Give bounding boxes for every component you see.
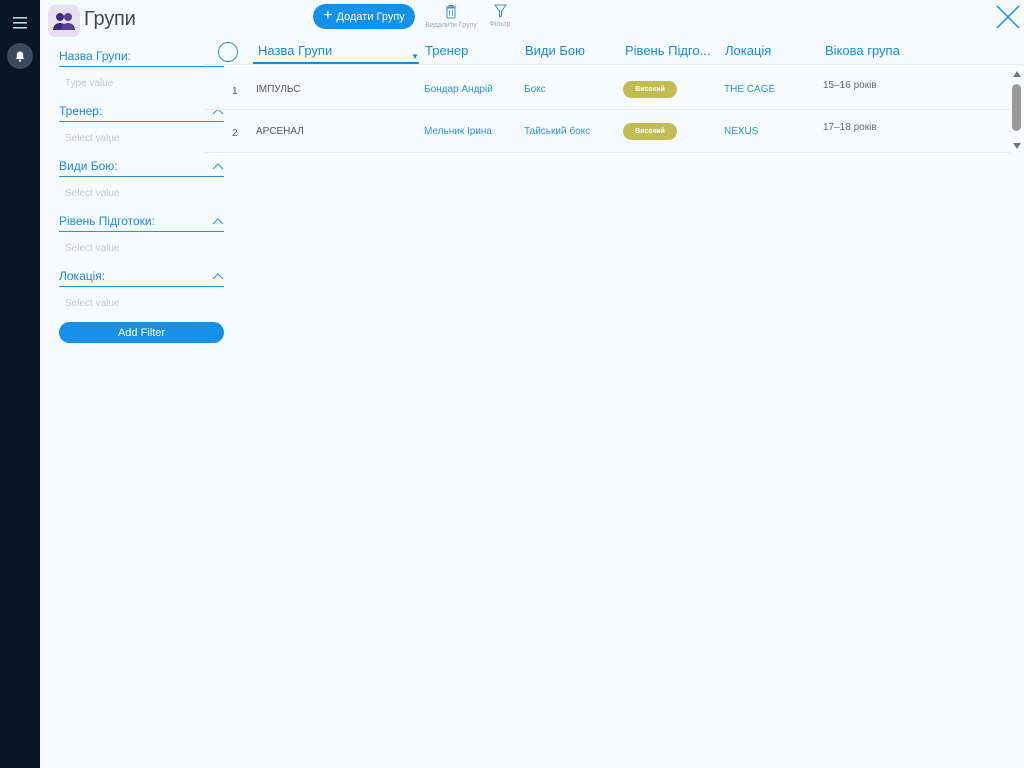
filter-label-trainer: Тренер: (59, 104, 103, 118)
age-group-cell: 15–16 років (823, 80, 877, 91)
add-group-label: Додати Групу (336, 10, 405, 23)
add-filter-button[interactable]: Add Filter (59, 322, 224, 343)
filter-label-name: Назва Групи: (59, 49, 131, 63)
fight-type-link[interactable]: Тайський бокс (524, 126, 590, 137)
column-header-age-group[interactable]: Вікова група (825, 43, 900, 58)
filter-group-fight-type: Види Бою: Select value (59, 156, 224, 211)
sort-desc-icon: ▼ (411, 52, 419, 61)
table-row[interactable]: 2 АРСЕНАЛ Мельник Ірина Тайський бокс Ви… (205, 110, 1010, 153)
row-number: 2 (232, 128, 238, 139)
funnel-icon (493, 4, 507, 18)
add-group-button[interactable]: + Додати Групу (313, 4, 415, 29)
table-body: 1 ІМПУЛЬС Бондар Андрій Бокс Високий THE… (205, 68, 1010, 153)
level-badge: Високий (623, 81, 677, 98)
level-badge: Високий (623, 123, 677, 140)
column-header-trainer[interactable]: Тренер (425, 43, 468, 58)
row-number: 1 (232, 86, 238, 97)
column-header-location[interactable]: Локація (725, 43, 771, 58)
trainer-link[interactable]: Мельник Ірина (424, 126, 492, 137)
scroll-down-icon[interactable] (1013, 143, 1021, 149)
filter-label-level: Рівень Підготоки: (59, 214, 155, 228)
location-link[interactable]: THE CAGE (724, 84, 775, 95)
close-icon[interactable] (995, 4, 1021, 30)
filter-select-level[interactable]: Select value (59, 232, 224, 254)
delete-group-label: Видалити Групу (425, 22, 477, 29)
trainer-link[interactable]: Бондар Андрій (424, 84, 493, 95)
scroll-thumb[interactable] (1012, 84, 1021, 131)
filter-header-location[interactable]: Локація: (59, 266, 224, 287)
filter-header-fight-type[interactable]: Види Бою: (59, 156, 224, 177)
filter-input-name[interactable]: Type value (59, 67, 224, 89)
location-link[interactable]: NEXUS (724, 126, 758, 137)
hamburger-menu-icon[interactable] (7, 10, 33, 36)
filter-group-level: Рівень Підготоки: Select value (59, 211, 224, 266)
table-scrollbar[interactable] (1010, 68, 1024, 152)
column-header-name[interactable]: Назва Групи ▼ (253, 43, 419, 64)
table-row[interactable]: 1 ІМПУЛЬС Бондар Андрій Бокс Високий THE… (205, 68, 1010, 110)
filter-label-location: Локація: (59, 269, 106, 283)
column-header-label: Назва Групи (258, 43, 333, 58)
filter-group-location: Локація: Select value (59, 266, 224, 321)
filter-button[interactable]: Фільтр (487, 4, 513, 28)
trash-icon (446, 5, 456, 19)
filter-panel: Назва Групи: Type value Тренер: Select v… (59, 46, 224, 343)
page-title: Групи (84, 8, 136, 30)
column-header-level[interactable]: Рівень Підго... (625, 43, 715, 58)
chevron-up-icon (212, 163, 224, 170)
filter-label-fight-type: Види Бою: (59, 159, 118, 173)
filter-select-fight-type[interactable]: Select value (59, 177, 224, 199)
column-header-fight-type[interactable]: Види Бою (525, 43, 585, 58)
sidebar-rail (0, 0, 40, 768)
filter-group-trainer: Тренер: Select value (59, 101, 224, 156)
chevron-up-icon (212, 218, 224, 225)
filter-label: Фільтр (489, 21, 511, 28)
table-header: Назва Групи ▼ Тренер Види Бою Рівень Під… (205, 39, 1024, 65)
fight-type-link[interactable]: Бокс (524, 84, 546, 95)
filter-header-level[interactable]: Рівень Підготоки: (59, 211, 224, 232)
scroll-up-icon[interactable] (1013, 71, 1021, 77)
filter-group-name: Назва Групи: Type value (59, 46, 224, 101)
delete-group-button[interactable]: Видалити Групу (422, 4, 480, 29)
group-users-icon (48, 5, 80, 37)
bell-icon[interactable] (7, 43, 33, 69)
filter-select-trainer[interactable]: Select value (59, 122, 224, 144)
filter-header-name[interactable]: Назва Групи: (59, 46, 224, 67)
group-name-cell: АРСЕНАЛ (256, 126, 304, 137)
filter-header-trainer[interactable]: Тренер: (59, 101, 224, 122)
plus-icon: + (323, 6, 333, 24)
age-group-cell: 17–18 років (823, 122, 877, 133)
chevron-up-icon (212, 273, 224, 280)
group-name-cell: ІМПУЛЬС (256, 84, 301, 95)
filter-select-location[interactable]: Select value (59, 287, 224, 309)
